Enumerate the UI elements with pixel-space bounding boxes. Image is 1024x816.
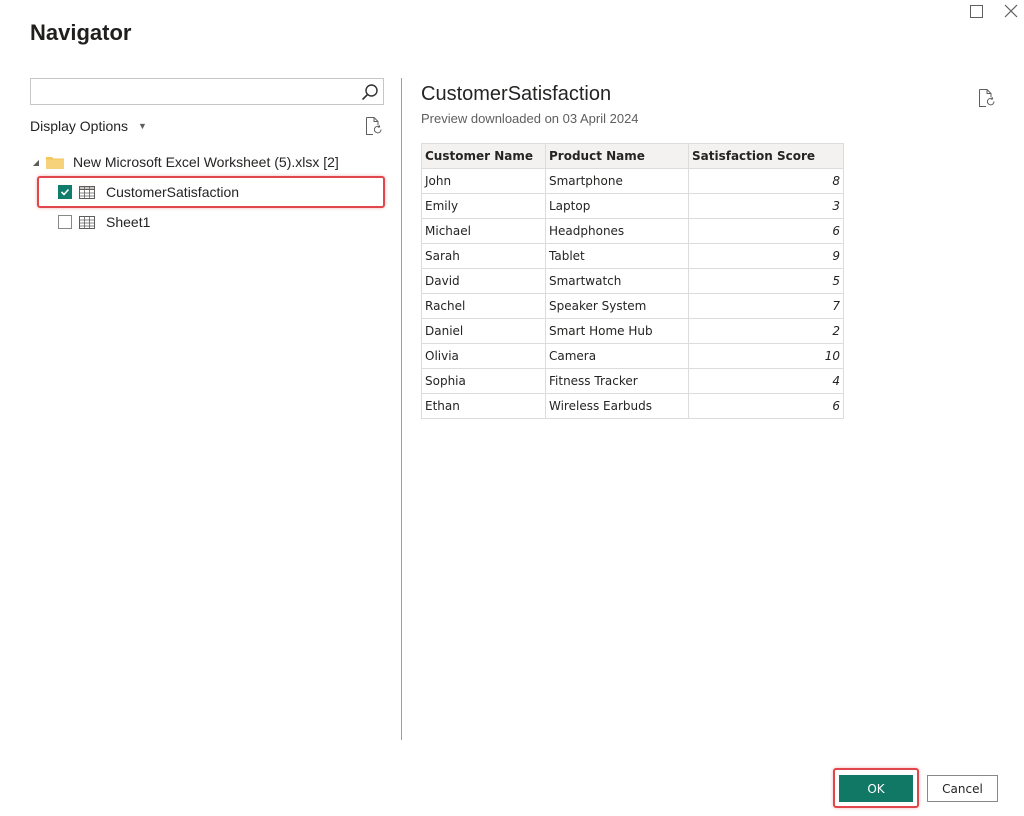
table-cell: Smartwatch (545, 268, 689, 294)
table-row: John Smartphone 8 (421, 168, 844, 194)
tree-item-label: Sheet1 (106, 214, 151, 230)
search-input[interactable] (31, 79, 357, 104)
table-cell: Camera (545, 343, 689, 369)
table-row: Olivia Camera 10 (421, 343, 844, 369)
table-cell: John (421, 168, 546, 194)
display-options-dropdown[interactable]: Display Options ▼ (30, 116, 147, 136)
table-cell: 3 (688, 193, 844, 219)
search-box[interactable] (30, 78, 384, 105)
table-row: Ethan Wireless Earbuds 6 (421, 393, 844, 419)
table-cell: 2 (688, 318, 844, 344)
tree-item-label: CustomerSatisfaction (106, 184, 240, 200)
tree-item-customersatisfaction[interactable]: CustomerSatisfaction (58, 180, 239, 204)
maximize-icon (969, 4, 983, 18)
tree-item-sheet1[interactable]: Sheet1 (58, 210, 150, 234)
column-header[interactable]: Product Name (545, 143, 689, 169)
table-cell: 8 (688, 168, 844, 194)
preview-title: CustomerSatisfaction (421, 83, 612, 105)
table-header-row: Customer Name Product Name Satisfaction … (421, 143, 844, 169)
folder-icon (46, 156, 64, 169)
table-cell: Sophia (421, 368, 546, 394)
preview-subtitle: Preview downloaded on 03 April 2024 (421, 111, 639, 126)
preview-refresh-icon[interactable] (977, 87, 997, 109)
sheet-icon (79, 215, 95, 229)
table-cell: Headphones (545, 218, 689, 244)
maximize-button[interactable] (964, 0, 988, 22)
table-cell: Wireless Earbuds (545, 393, 689, 419)
table-cell: Rachel (421, 293, 546, 319)
table-cell: Smart Home Hub (545, 318, 689, 344)
close-button[interactable] (999, 0, 1023, 22)
table-cell: Tablet (545, 243, 689, 269)
checkbox-customersatisfaction[interactable] (58, 185, 72, 199)
table-row: Daniel Smart Home Hub 2 (421, 318, 844, 344)
close-icon (1004, 4, 1018, 18)
table-cell: 10 (688, 343, 844, 369)
cancel-button[interactable]: Cancel (927, 775, 998, 802)
table-cell: Fitness Tracker (545, 368, 689, 394)
table-cell: Emily (421, 193, 546, 219)
chevron-down-icon: ▼ (138, 121, 147, 131)
table-cell: David (421, 268, 546, 294)
table-cell: Daniel (421, 318, 546, 344)
table-cell: Sarah (421, 243, 546, 269)
tree-item-file[interactable]: ◢ New Microsoft Excel Worksheet (5).xlsx… (30, 150, 339, 174)
refresh-icon[interactable] (364, 115, 384, 137)
table-cell: 7 (688, 293, 844, 319)
preview-table: Customer Name Product Name Satisfaction … (421, 143, 844, 419)
table-cell: Smartphone (545, 168, 689, 194)
search-icon[interactable] (357, 79, 383, 105)
table-cell: 6 (688, 393, 844, 419)
table-cell: 5 (688, 268, 844, 294)
table-cell: Michael (421, 218, 546, 244)
tree-file-label: New Microsoft Excel Worksheet (5).xlsx [… (73, 154, 339, 170)
column-header[interactable]: Customer Name (421, 143, 546, 169)
table-row: Emily Laptop 3 (421, 193, 844, 219)
table-row: Michael Headphones 6 (421, 218, 844, 244)
column-header[interactable]: Satisfaction Score (688, 143, 844, 169)
table-icon (79, 185, 95, 199)
table-cell: 4 (688, 368, 844, 394)
pane-divider (401, 78, 402, 740)
checkbox-sheet1[interactable] (58, 215, 72, 229)
table-row: Sophia Fitness Tracker 4 (421, 368, 844, 394)
table-cell: Olivia (421, 343, 546, 369)
table-cell: Laptop (545, 193, 689, 219)
table-row: Sarah Tablet 9 (421, 243, 844, 269)
ok-button[interactable]: OK (839, 775, 913, 802)
expand-triangle-icon[interactable]: ◢ (30, 158, 42, 167)
table-cell: 6 (688, 218, 844, 244)
table-row: Rachel Speaker System 7 (421, 293, 844, 319)
table-cell: Ethan (421, 393, 546, 419)
table-cell: 9 (688, 243, 844, 269)
table-row: David Smartwatch 5 (421, 268, 844, 294)
check-icon (60, 188, 70, 196)
display-options-label: Display Options (30, 118, 129, 134)
table-cell: Speaker System (545, 293, 689, 319)
dialog-title: Navigator (30, 20, 132, 45)
